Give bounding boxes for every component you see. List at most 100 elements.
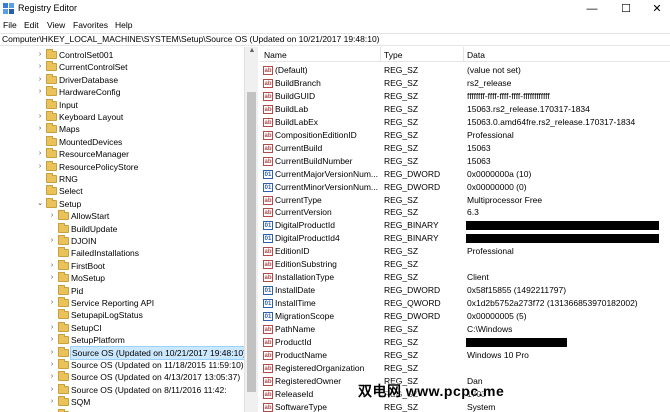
- tree-item[interactable]: › MoSetup: [0, 272, 244, 284]
- chevron-right-icon[interactable]: ›: [48, 371, 56, 383]
- chevron-right-icon[interactable]: ›: [36, 161, 44, 173]
- address-bar[interactable]: Computer\HKEY_LOCAL_MACHINE\SYSTEM\Setup…: [0, 33, 670, 46]
- chevron-right-icon[interactable]: ›: [48, 334, 56, 346]
- tree-item[interactable]: BuildUpdate: [0, 222, 244, 235]
- menu-help[interactable]: Help: [115, 20, 132, 30]
- tree-item[interactable]: › Service Reporting API: [0, 297, 244, 309]
- value-row[interactable]: ab (Default) REG_SZ (value not set): [260, 64, 670, 77]
- chevron-right-icon[interactable]: ›: [36, 123, 44, 135]
- value-row[interactable]: 01 DigitalProductId4 REG_BINARY: [260, 232, 670, 245]
- chevron-right-icon[interactable]: ›: [36, 61, 44, 73]
- value-row[interactable]: ab CurrentType REG_SZ Multiprocessor Free: [260, 194, 670, 207]
- value-row[interactable]: 01 InstallTime REG_QWORD 0x1d2b5752a273f72 …: [260, 297, 670, 310]
- value-row[interactable]: 01 MigrationScope REG_DWORD 0x00000005 (5): [260, 310, 670, 323]
- tree-item[interactable]: RNG: [0, 173, 244, 185]
- value-row[interactable]: ab CurrentVersion REG_SZ 6.3: [260, 206, 670, 219]
- chevron-right-icon[interactable]: ›: [48, 384, 56, 396]
- value-row[interactable]: 01 CurrentMajorVersionNum... REG_DWORD 0x00…: [260, 168, 670, 181]
- tree-item[interactable]: › Maps: [0, 123, 244, 135]
- tree-item[interactable]: › Keyboard Layout: [0, 111, 244, 123]
- value-type: REG_SZ: [384, 90, 419, 101]
- maximize-button[interactable]: ☐: [611, 0, 641, 18]
- chevron-down-icon[interactable]: ⌄: [36, 198, 44, 210]
- tree-item[interactable]: Select: [0, 185, 244, 197]
- menu-file[interactable]: File: [3, 20, 17, 30]
- tree-item[interactable]: › Source OS (Updated on 8/11/2016 11:42:: [0, 383, 244, 396]
- tree-item[interactable]: › Source OS (Updated on 4/13/2017 13:05:3…: [0, 371, 244, 383]
- chevron-right-icon[interactable]: ›: [48, 322, 56, 334]
- value-row[interactable]: ab ProductId REG_SZ: [260, 336, 670, 349]
- chevron-right-icon[interactable]: ›: [36, 86, 44, 98]
- column-divider[interactable]: [380, 47, 381, 62]
- tree-item[interactable]: › ResourceManager: [0, 148, 244, 160]
- column-type-header[interactable]: Type: [384, 50, 402, 60]
- value-row[interactable]: ab EditionSubstring REG_SZ: [260, 258, 670, 271]
- tree-item[interactable]: › ResourcePolicyStore: [0, 160, 244, 173]
- tree-item[interactable]: › ControlSet001: [0, 49, 244, 61]
- tree-scrollbar[interactable]: ▲: [244, 47, 258, 412]
- key-tree[interactable]: › ControlSet001 › CurrentControlSet › DriverD…: [0, 47, 244, 412]
- value-row[interactable]: ab ProductName REG_SZ Windows 10 Pro: [260, 349, 670, 362]
- value-row[interactable]: ab BuildBranch REG_SZ rs2_release: [260, 77, 670, 90]
- value-row[interactable]: ab EditionID REG_SZ Professional: [260, 245, 670, 258]
- tree-item[interactable]: › CurrentControlSet: [0, 61, 244, 73]
- value-row[interactable]: ab InstallationType REG_SZ Client: [260, 271, 670, 284]
- chevron-right-icon[interactable]: ›: [36, 111, 44, 123]
- tree-item[interactable]: › HardwareConfig: [0, 86, 244, 98]
- value-row[interactable]: 01 DigitalProductId REG_BINARY: [260, 219, 670, 232]
- value-row[interactable]: ab CompositionEditionID REG_SZ Professional: [260, 129, 670, 142]
- chevron-right-icon[interactable]: ›: [48, 359, 56, 371]
- values-list[interactable]: Name Type Data ab (Default) REG_SZ (value n…: [260, 47, 670, 412]
- menu-edit[interactable]: Edit: [24, 20, 39, 30]
- tree-item[interactable]: › AllowStart: [0, 210, 244, 222]
- value-row[interactable]: ab BuildLabEx REG_SZ 15063.0.amd64fre.rs2_r…: [260, 116, 670, 129]
- chevron-right-icon[interactable]: ›: [36, 74, 44, 86]
- chevron-right-icon[interactable]: ›: [48, 235, 56, 247]
- value-row[interactable]: ab BuildLab REG_SZ 15063.rs2_release.170317…: [260, 103, 670, 116]
- chevron-right-icon[interactable]: ›: [48, 396, 56, 408]
- column-divider[interactable]: [463, 47, 464, 62]
- tree-item[interactable]: FailedInstallations: [0, 247, 244, 259]
- tree-item[interactable]: ⌄ Setup: [0, 197, 244, 210]
- tree-item[interactable]: SetupapiLogStatus: [0, 309, 244, 321]
- value-row[interactable]: ab CurrentBuildNumber REG_SZ 15063: [260, 155, 670, 168]
- menu-favorites[interactable]: Favorites: [73, 20, 108, 30]
- value-type: REG_SZ: [384, 349, 419, 360]
- chevron-right-icon[interactable]: ›: [48, 272, 56, 284]
- tree-item[interactable]: Input: [0, 98, 244, 111]
- folder-icon: [46, 111, 57, 121]
- tree-item[interactable]: › SetupPlatform: [0, 334, 244, 346]
- scroll-up-icon[interactable]: ▲: [245, 47, 259, 59]
- value-row[interactable]: 01 CurrentMinorVersionNum... REG_DWORD 0x00…: [260, 181, 670, 194]
- menu-view[interactable]: View: [47, 20, 65, 30]
- value-row[interactable]: ab RegisteredOrganization REG_SZ: [260, 362, 670, 375]
- tree-item[interactable]: › SQM: [0, 396, 244, 408]
- chevron-right-icon[interactable]: ›: [48, 297, 56, 309]
- scroll-thumb[interactable]: [247, 92, 256, 392]
- chevron-right-icon[interactable]: ›: [36, 49, 44, 61]
- value-data: 0x0000000a (10): [467, 168, 532, 179]
- chevron-right-icon[interactable]: ›: [36, 148, 44, 160]
- tree-item[interactable]: St: [0, 408, 244, 412]
- minimize-button[interactable]: —: [577, 0, 607, 18]
- chevron-right-icon[interactable]: ›: [48, 210, 56, 222]
- tree-item[interactable]: › FirstBoot: [0, 259, 244, 272]
- tree-item[interactable]: › Source OS (Updated on 11/18/2015 11:59:…: [0, 359, 244, 371]
- column-data-header[interactable]: Data: [467, 50, 485, 60]
- chevron-right-icon[interactable]: ›: [48, 260, 56, 272]
- value-row[interactable]: ab PathName REG_SZ C:\Windows: [260, 323, 670, 336]
- string-value-icon: ab: [263, 91, 273, 101]
- tree-item[interactable]: MountedDevices: [0, 135, 244, 148]
- chevron-right-icon[interactable]: ›: [48, 347, 56, 359]
- tree-item[interactable]: › DriverDatabase: [0, 73, 244, 86]
- tree-item[interactable]: › Source OS (Updated on 10/21/2017 19:48:…: [0, 345, 244, 360]
- tree-item[interactable]: › DJOIN: [0, 235, 244, 247]
- value-row[interactable]: ab CurrentBuild REG_SZ 15063: [260, 142, 670, 155]
- close-button[interactable]: ✕: [642, 0, 670, 18]
- tree-item[interactable]: › SetupCI: [0, 321, 244, 334]
- value-row[interactable]: ab BuildGUID REG_SZ ffffffff-ffff-ffff-ffff…: [260, 90, 670, 103]
- tree-item[interactable]: Pid: [0, 284, 244, 297]
- column-name-header[interactable]: Name: [264, 50, 287, 60]
- value-row[interactable]: ab SoftwareType REG_SZ System: [260, 401, 670, 412]
- value-row[interactable]: 01 InstallDate REG_DWORD 0x58f15855 (149221…: [260, 284, 670, 297]
